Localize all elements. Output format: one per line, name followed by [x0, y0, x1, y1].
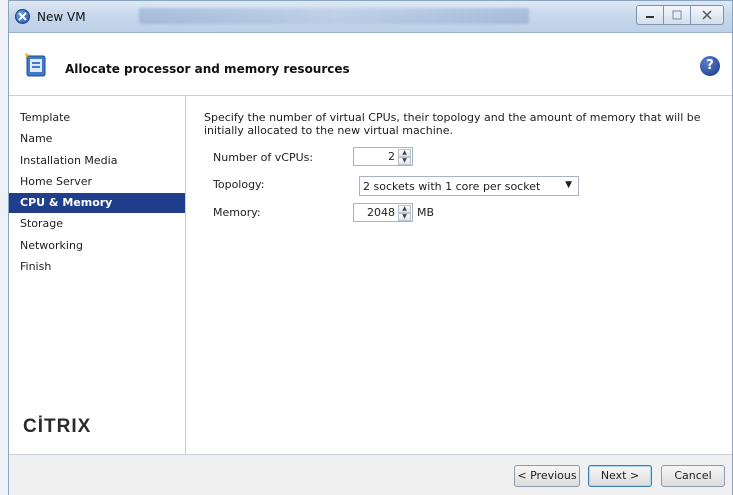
- memory-label: Memory:: [213, 206, 261, 219]
- memory-value: 2048: [367, 206, 395, 219]
- topology-label: Topology:: [213, 178, 265, 191]
- step-content: Specify the number of virtual CPUs, thei…: [186, 96, 732, 454]
- window-title: New VM: [37, 10, 86, 24]
- sidebar-item-cpu-memory[interactable]: CPU & Memory: [9, 193, 185, 213]
- citrix-logo: CİTRIX: [23, 416, 92, 437]
- next-button[interactable]: Next >: [588, 465, 652, 487]
- maximize-icon[interactable]: [663, 5, 691, 25]
- cancel-button[interactable]: Cancel: [661, 465, 725, 487]
- close-icon[interactable]: [690, 5, 724, 25]
- window-controls: [636, 5, 724, 27]
- sidebar-item-storage[interactable]: Storage: [9, 214, 185, 234]
- vcpus-stepper[interactable]: 2 ▲ ▼: [353, 147, 413, 166]
- topology-dropdown[interactable]: 2 sockets with 1 core per socket ▼: [359, 176, 579, 196]
- wizard-step-icon: [23, 52, 49, 81]
- new-vm-window: New VM Allocate processor and memory res…: [8, 0, 733, 495]
- wizard-header: Allocate processor and memory resources …: [9, 33, 732, 96]
- vcpus-stepper-arrows[interactable]: ▲ ▼: [398, 149, 411, 165]
- memory-stepper-arrows[interactable]: ▲ ▼: [398, 205, 411, 221]
- step-description: Specify the number of virtual CPUs, thei…: [204, 111, 701, 137]
- topology-value: 2 sockets with 1 core per socket: [363, 180, 541, 193]
- memory-stepper[interactable]: 2048 ▲ ▼: [353, 203, 413, 222]
- sidebar-item-template[interactable]: Template: [9, 108, 185, 128]
- decrement-icon[interactable]: ▼: [398, 213, 411, 221]
- minimize-icon[interactable]: [636, 5, 664, 25]
- decrement-icon[interactable]: ▼: [398, 157, 411, 165]
- sidebar-item-networking[interactable]: Networking: [9, 236, 185, 256]
- desktop-edge: [0, 0, 8, 495]
- help-icon[interactable]: ?: [700, 56, 720, 76]
- sidebar-item-name[interactable]: Name: [9, 129, 185, 149]
- page-title: Allocate processor and memory resources: [65, 62, 350, 76]
- previous-button[interactable]: < Previous: [514, 465, 580, 487]
- app-icon: [15, 9, 30, 24]
- sidebar-item-installation-media[interactable]: Installation Media: [9, 151, 185, 171]
- wizard-footer: < Previous Next > Cancel: [9, 454, 732, 495]
- title-bar[interactable]: New VM: [9, 1, 732, 33]
- vcpus-value: 2: [388, 150, 395, 163]
- increment-icon[interactable]: ▲: [398, 149, 411, 157]
- background-tabs: [139, 8, 529, 24]
- vcpus-label: Number of vCPUs:: [213, 151, 314, 164]
- chevron-down-icon: ▼: [565, 180, 572, 190]
- wizard-steps: Template Name Installation Media Home Se…: [9, 96, 186, 454]
- sidebar-item-home-server[interactable]: Home Server: [9, 172, 185, 192]
- memory-unit: MB: [417, 206, 435, 219]
- increment-icon[interactable]: ▲: [398, 205, 411, 213]
- sidebar-item-finish[interactable]: Finish: [9, 257, 185, 277]
